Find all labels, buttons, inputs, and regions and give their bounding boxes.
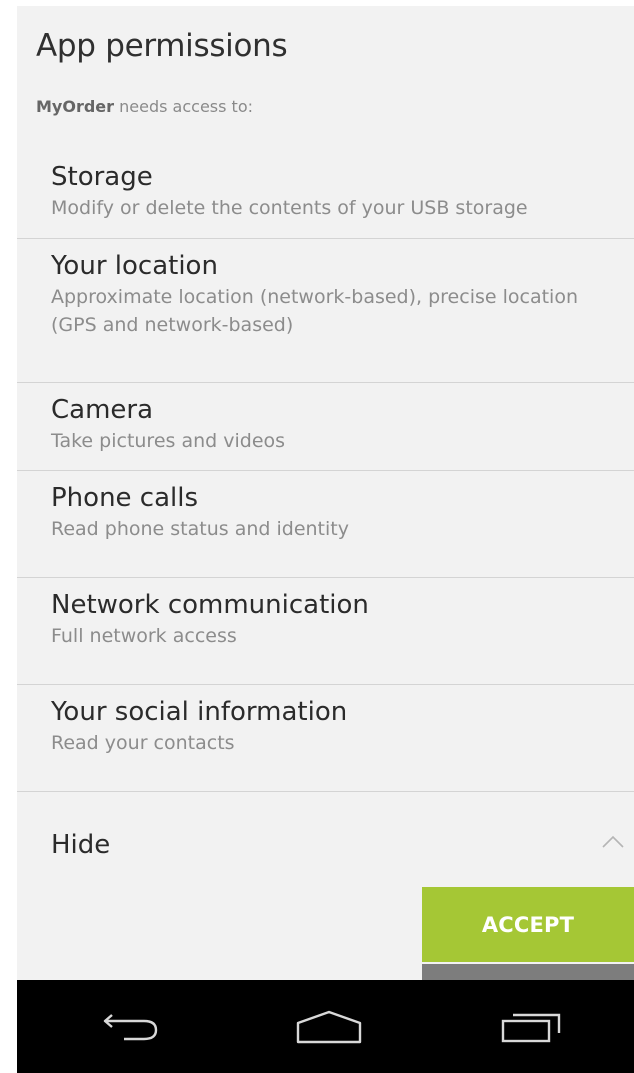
recent-apps-icon xyxy=(501,1013,561,1042)
hide-label: Hide xyxy=(51,830,111,860)
subtitle-text: needs access to: xyxy=(114,97,253,116)
permission-description: Modify or delete the contents of your US… xyxy=(51,197,528,219)
permission-item-location[interactable]: Your location Approximate location (netw… xyxy=(17,239,634,383)
permission-description: Take pictures and videos xyxy=(51,430,286,452)
subtitle: MyOrder needs access to: xyxy=(36,97,253,116)
permission-name: Your social information xyxy=(51,697,348,727)
permission-item-storage[interactable]: Storage Modify or delete the contents of… xyxy=(17,150,634,239)
permission-item-phone-calls[interactable]: Phone calls Read phone status and identi… xyxy=(17,471,634,578)
permission-name: Phone calls xyxy=(51,483,199,513)
permission-description: Approximate location (network-based), pr… xyxy=(51,286,578,336)
home-icon xyxy=(296,1010,362,1043)
page-title: App permissions xyxy=(36,28,288,64)
button-shadow-strip xyxy=(422,964,634,980)
app-name: MyOrder xyxy=(36,97,115,116)
permission-name: Your location xyxy=(51,251,218,281)
accept-button[interactable]: ACCEPT xyxy=(422,887,634,962)
navigation-bar xyxy=(17,980,634,1073)
permission-name: Storage xyxy=(51,162,153,192)
permission-name: Camera xyxy=(51,395,154,425)
permission-item-network[interactable]: Network communication Full network acces… xyxy=(17,578,634,685)
permission-description: Read your contacts xyxy=(51,732,235,754)
chevron-up-icon xyxy=(602,835,624,848)
permission-name: Network communication xyxy=(51,590,369,620)
permission-item-camera[interactable]: Camera Take pictures and videos xyxy=(17,383,634,471)
home-button[interactable] xyxy=(254,980,404,1073)
recent-apps-button[interactable] xyxy=(457,980,607,1073)
permission-description: Read phone status and identity xyxy=(51,518,349,540)
hide-toggle-row[interactable]: Hide xyxy=(17,798,634,890)
permission-description: Full network access xyxy=(51,625,237,647)
back-icon xyxy=(103,1013,158,1040)
back-button[interactable] xyxy=(57,980,207,1073)
permissions-dialog: App permissions MyOrder needs access to:… xyxy=(17,6,634,980)
permission-item-social[interactable]: Your social information Read your contac… xyxy=(17,685,634,792)
permission-list[interactable]: Storage Modify or delete the contents of… xyxy=(17,150,634,792)
